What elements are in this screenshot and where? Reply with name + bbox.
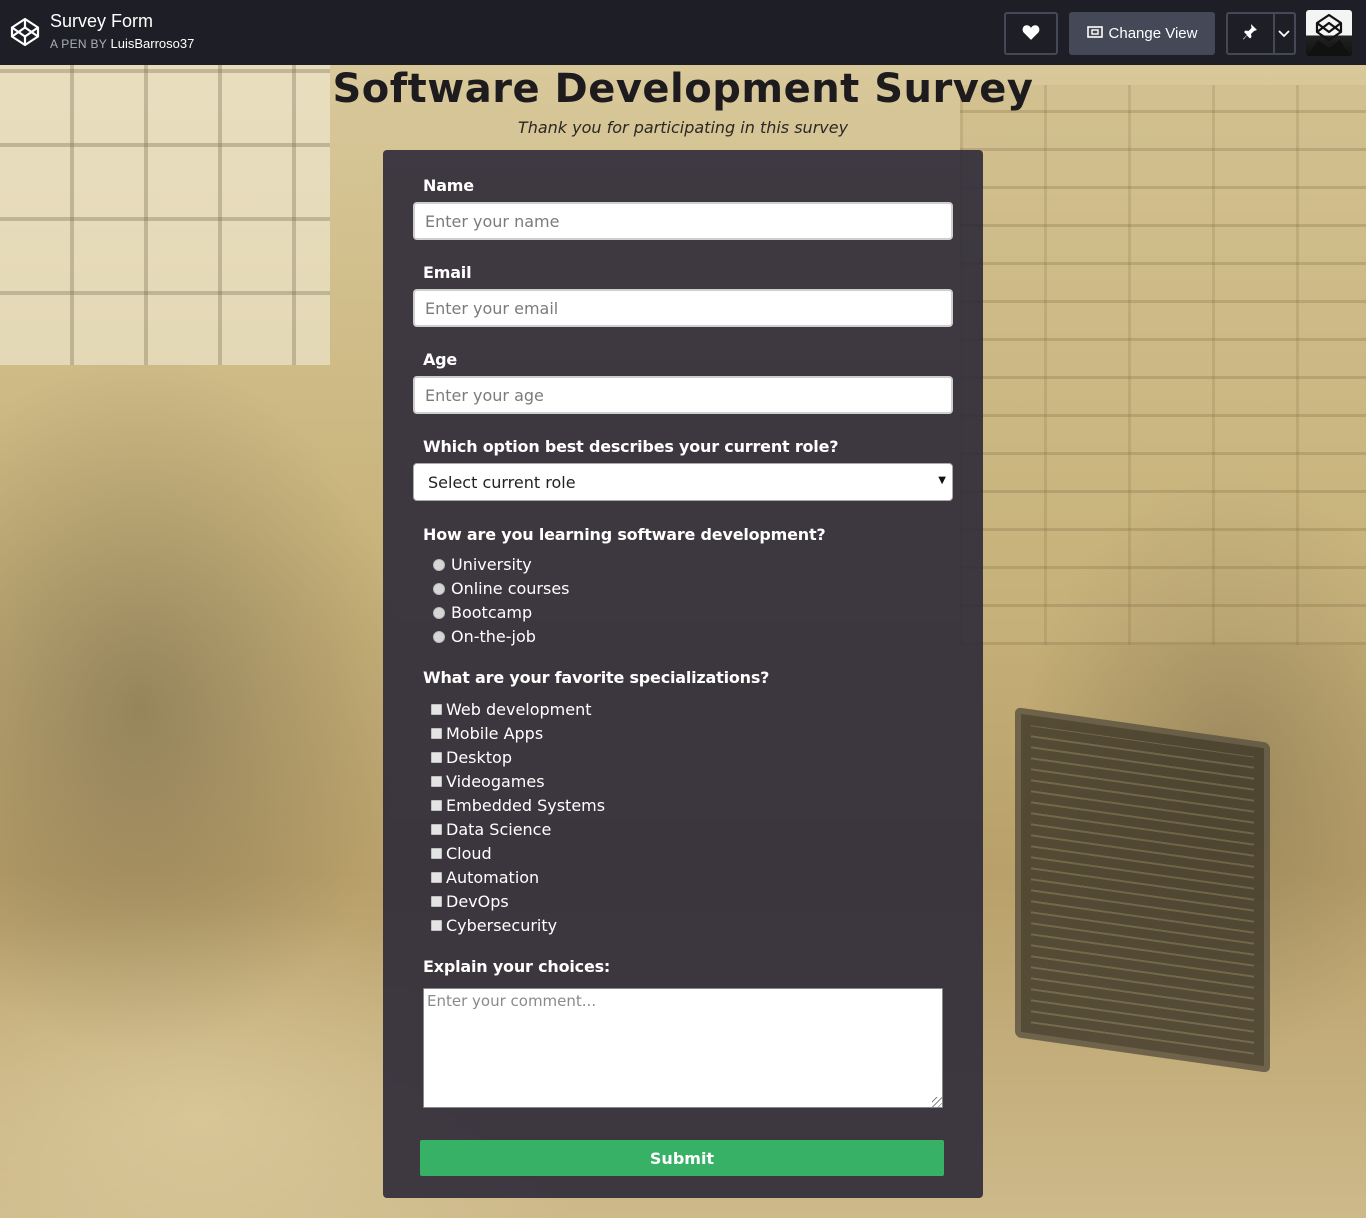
pen-author-link[interactable]: LuisBarroso37 <box>111 36 195 51</box>
heart-icon <box>1022 24 1040 44</box>
page-subtitle: Thank you for participating in this surv… <box>517 118 849 137</box>
checkbox[interactable] <box>431 752 442 763</box>
change-view-button[interactable]: Change View <box>1069 12 1215 55</box>
name-label: Name <box>423 176 474 195</box>
specialization-label: Web development <box>446 700 592 719</box>
comment-textarea[interactable] <box>423 988 943 1108</box>
specialization-label: Data Science <box>446 820 552 839</box>
learning-option-on-the-job[interactable]: On-the-job <box>433 627 536 646</box>
role-select[interactable]: Select current role ▼ <box>413 463 953 501</box>
age-label: Age <box>423 350 458 369</box>
specialization-cloud[interactable]: Cloud <box>431 844 492 863</box>
checkbox[interactable] <box>431 896 442 907</box>
checkbox[interactable] <box>431 872 442 883</box>
checkbox[interactable] <box>431 824 442 835</box>
checkbox[interactable] <box>431 704 442 715</box>
pin-button-group <box>1226 12 1296 55</box>
comment-label: Explain your choices: <box>423 957 611 976</box>
specialization-automation[interactable]: Automation <box>431 868 539 887</box>
survey-form: Name Email Age Which option best describ… <box>383 150 983 1198</box>
change-view-label: Change View <box>1108 25 1198 42</box>
pen-title[interactable]: Survey Form <box>50 11 153 32</box>
specializations-label: What are your favorite specializations? <box>423 668 770 687</box>
checkbox[interactable] <box>431 848 442 859</box>
radio-button[interactable] <box>433 630 445 643</box>
specialization-label: DevOps <box>446 892 509 911</box>
checkbox[interactable] <box>431 728 442 739</box>
email-input[interactable] <box>413 289 953 327</box>
specialization-data-science[interactable]: Data Science <box>431 820 551 839</box>
submit-button[interactable]: Submit <box>420 1140 944 1176</box>
learning-option-label: On-the-job <box>451 627 536 646</box>
specialization-cybersecurity[interactable]: Cybersecurity <box>431 916 557 935</box>
pin-dropdown-button[interactable] <box>1275 14 1294 53</box>
background-brick-wall <box>960 85 1366 645</box>
page-title: Software Development Survey <box>332 66 1034 112</box>
learning-option-online-courses[interactable]: Online courses <box>433 579 570 598</box>
specialization-devops[interactable]: DevOps <box>431 892 509 911</box>
specialization-label: Cybersecurity <box>446 916 558 935</box>
checkbox[interactable] <box>431 920 442 931</box>
email-label: Email <box>423 263 472 282</box>
specialization-videogames[interactable]: Videogames <box>431 772 545 791</box>
specialization-label: Automation <box>446 868 540 887</box>
checkbox[interactable] <box>431 776 442 787</box>
learning-label: How are you learning software developmen… <box>423 525 826 544</box>
user-avatar[interactable] <box>1306 10 1352 56</box>
specialization-label: Embedded Systems <box>446 796 606 815</box>
learning-option-label: Online courses <box>451 579 570 598</box>
pen-by-prefix: A PEN BY <box>50 37 111 51</box>
background-laptop <box>1015 707 1270 1073</box>
codepen-header: Survey Form A PEN BY LuisBarroso37 Chang… <box>0 0 1366 65</box>
learning-option-university[interactable]: University <box>433 555 532 574</box>
change-view-icon <box>1086 25 1103 43</box>
specialization-desktop[interactable]: Desktop <box>431 748 512 767</box>
specialization-web-development[interactable]: Web development <box>431 700 592 719</box>
name-input[interactable] <box>413 202 953 240</box>
dropdown-arrow-icon: ▼ <box>938 475 946 486</box>
specialization-embedded-systems[interactable]: Embedded Systems <box>431 796 605 815</box>
radio-button[interactable] <box>433 558 445 571</box>
chevron-down-icon <box>1278 25 1290 42</box>
specialization-label: Cloud <box>446 844 492 863</box>
resize-handle-icon[interactable] <box>932 1097 942 1107</box>
radio-button[interactable] <box>433 582 445 595</box>
learning-option-bootcamp[interactable]: Bootcamp <box>433 603 532 622</box>
radio-button[interactable] <box>433 606 445 619</box>
checkbox[interactable] <box>431 800 442 811</box>
specialization-mobile-apps[interactable]: Mobile Apps <box>431 724 543 743</box>
role-label: Which option best describes your current… <box>423 437 839 456</box>
like-button[interactable] <box>1004 12 1058 55</box>
specialization-label: Mobile Apps <box>446 724 544 743</box>
pin-icon <box>1242 23 1258 45</box>
role-select-value: Select current role <box>428 472 576 492</box>
learning-option-label: University <box>451 555 532 574</box>
age-input[interactable] <box>413 376 953 414</box>
pin-button[interactable] <box>1228 14 1275 53</box>
codepen-logo-icon[interactable] <box>9 16 41 48</box>
specialization-label: Videogames <box>446 772 545 791</box>
pen-byline: A PEN BY LuisBarroso37 <box>50 36 194 51</box>
learning-option-label: Bootcamp <box>451 603 533 622</box>
specialization-label: Desktop <box>446 748 512 767</box>
